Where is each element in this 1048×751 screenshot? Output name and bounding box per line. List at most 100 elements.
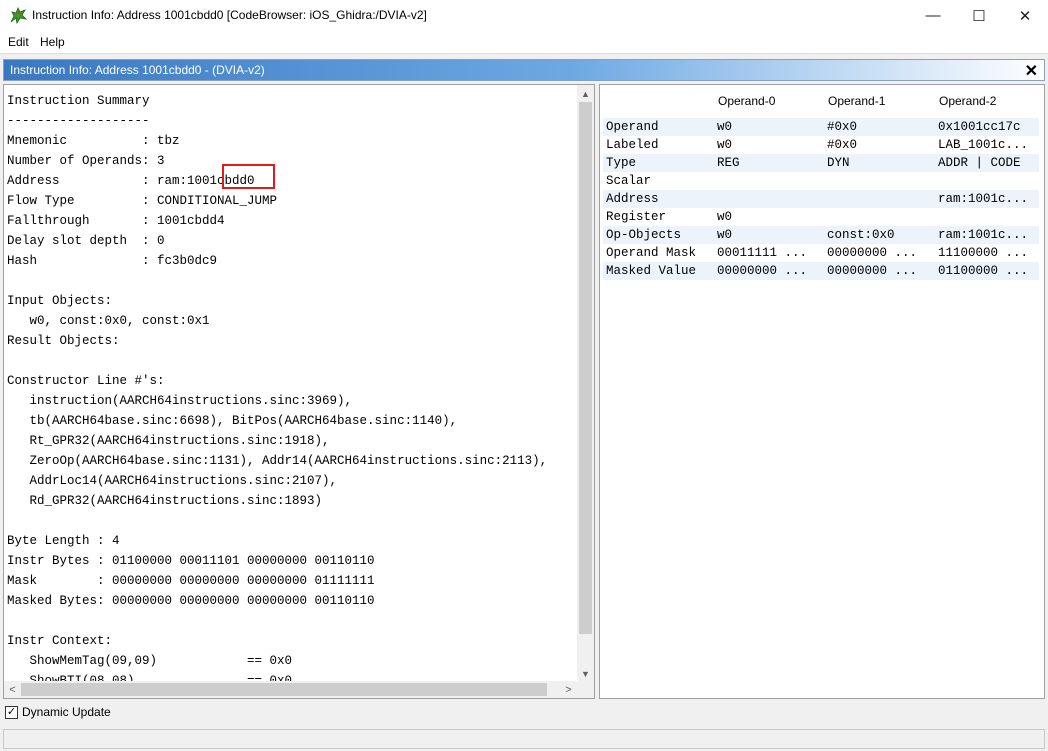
title-bar: Instruction Info: Address 1001cbdd0 [Cod… (0, 0, 1048, 31)
window-title: Instruction Info: Address 1001cbdd0 [Cod… (32, 8, 427, 22)
scroll-left-icon[interactable]: < (4, 681, 21, 698)
table-cell: w0 (714, 136, 824, 154)
row-label: Type (603, 154, 714, 172)
summary-line: Mask : 00000000 00000000 00000000 011111… (7, 574, 375, 588)
summary-line: Result Objects: (7, 334, 120, 348)
summary-line (7, 271, 579, 291)
table-row[interactable]: Operand w0 #0x0 0x1001cc17c (603, 118, 1039, 136)
ghidra-dragon-icon (10, 7, 27, 24)
menu-divider (0, 53, 1048, 54)
menu-edit[interactable]: Edit (8, 35, 29, 49)
summary-line (7, 611, 579, 631)
table-row[interactable]: Scalar (603, 172, 1039, 190)
summary-line: Rt_GPR32(AARCH64instructions.sinc:1918), (7, 434, 330, 448)
summary-line: ShowBTI(08,08) == 0x0 (7, 674, 293, 681)
table-cell: w0 (714, 118, 824, 136)
table-cell (714, 190, 824, 208)
summary-line: ------------------- (7, 114, 150, 128)
summary-line: Masked Bytes: 00000000 00000000 00000000… (7, 594, 375, 608)
row-label: Address (603, 190, 714, 208)
summary-line: Fallthrough : 1001cbdd4 (7, 214, 225, 228)
summary-line: Hash : fc3b0dc9 (7, 254, 218, 268)
row-label: Operand Mask (603, 244, 714, 262)
table-cell: LAB_1001c... (935, 136, 1039, 154)
summary-line: instruction(AARCH64instructions.sinc:396… (7, 394, 353, 408)
column-header-label (603, 90, 714, 112)
table-row[interactable]: Type REG DYN ADDR | CODE (603, 154, 1039, 172)
column-header-operand-1[interactable]: Operand-1 (824, 90, 935, 112)
table-row[interactable]: Operand Mask 00011111 ... 00000000 ... 1110… (603, 244, 1039, 262)
summary-line: AddrLoc14(AARCH64instructions.sinc:2107)… (7, 474, 338, 488)
menu-bar: Edit Help (0, 31, 1048, 53)
instruction-summary-text: Instruction Summary ------------------- Mn… (7, 91, 579, 681)
scrollbar-corner (577, 681, 594, 698)
vertical-scroll-thumb[interactable] (579, 102, 592, 634)
operand-table: Operand-0 Operand-1 Operand-2 Operand w0 #… (603, 90, 1039, 280)
summary-line: Delay slot depth : 0 (7, 234, 165, 248)
summary-line (7, 511, 579, 531)
table-cell: ADDR | CODE (935, 154, 1039, 172)
instruction-summary-pane[interactable]: Instruction Summary ------------------- Mn… (3, 84, 595, 699)
minimize-button[interactable]: — (910, 0, 956, 31)
scroll-right-icon[interactable]: > (560, 681, 577, 698)
summary-line: Instr Context: (7, 634, 113, 648)
table-cell: 00011111 ... (714, 244, 824, 262)
summary-line: ShowMemTag(09,09) == 0x0 (7, 654, 293, 668)
table-cell (824, 172, 935, 190)
table-cell: 00000000 ... (714, 262, 824, 280)
dynamic-update-label: Dynamic Update (22, 705, 111, 719)
dynamic-update-option[interactable]: ✓ Dynamic Update (5, 703, 111, 721)
summary-line: Flow Type : CONDITIONAL_JUMP (7, 194, 278, 208)
table-row[interactable]: Masked Value 00000000 ... 00000000 ... 0110… (603, 262, 1039, 280)
row-label: Masked Value (603, 262, 714, 280)
horizontal-scroll-thumb[interactable] (21, 683, 547, 696)
table-cell (824, 190, 935, 208)
summary-line (7, 351, 579, 371)
operand-table-body: Operand w0 #0x0 0x1001cc17c Labeled w0 #0x0 LAB… (603, 118, 1039, 280)
table-cell: w0 (714, 208, 824, 226)
row-label: Scalar (603, 172, 714, 190)
maximize-button[interactable]: ☐ (956, 0, 1002, 31)
instruction-info-window: Instruction Info: Address 1001cbdd0 [Cod… (0, 0, 1048, 751)
summary-line: Number of Operands: 3 (7, 154, 165, 168)
row-label: Labeled (603, 136, 714, 154)
table-cell (935, 172, 1039, 190)
summary-line: Input Objects: (7, 294, 113, 308)
row-label: Operand (603, 118, 714, 136)
table-cell: ram:1001c... (935, 190, 1039, 208)
provider-close-icon[interactable]: ✕ (1025, 61, 1038, 81)
horizontal-scrollbar[interactable]: < > (4, 681, 577, 698)
status-bar (3, 729, 1045, 749)
summary-line: Byte Length : 4 (7, 534, 120, 548)
summary-line: Mnemonic : tbz (7, 134, 180, 148)
summary-line: w0, const:0x0, const:0x1 (7, 314, 210, 328)
table-row[interactable]: Op-Objects w0 const:0x0 ram:1001c... (603, 226, 1039, 244)
column-header-operand-0[interactable]: Operand-0 (714, 90, 824, 112)
table-cell: #0x0 (824, 118, 935, 136)
close-window-button[interactable]: ✕ (1002, 0, 1048, 31)
vertical-scrollbar[interactable]: ▲ ▼ (577, 85, 594, 682)
provider-header: Instruction Info: Address 1001cbdd0 - (D… (3, 59, 1045, 81)
dynamic-update-checkbox[interactable]: ✓ (5, 705, 18, 719)
summary-line: Instruction Summary (7, 94, 150, 108)
operand-table-pane: Operand-0 Operand-1 Operand-2 Operand w0 #… (599, 84, 1045, 699)
scroll-down-icon[interactable]: ▼ (577, 665, 594, 682)
table-row[interactable]: Register w0 (603, 208, 1039, 226)
address-highlight-box (222, 164, 275, 189)
summary-line: ZeroOp(AARCH64base.sinc:1131), Addr14(AA… (7, 454, 548, 468)
summary-line: Rd_GPR32(AARCH64instructions.sinc:1893) (7, 494, 323, 508)
summary-line: Instr Bytes : 01100000 00011101 00000000… (7, 554, 375, 568)
table-cell: 00000000 ... (824, 262, 935, 280)
menu-help[interactable]: Help (40, 35, 65, 49)
table-header-row: Operand-0 Operand-1 Operand-2 (603, 90, 1039, 112)
table-cell: REG (714, 154, 824, 172)
table-row[interactable]: Address ram:1001c... (603, 190, 1039, 208)
table-cell: 01100000 ... (935, 262, 1039, 280)
column-header-operand-2[interactable]: Operand-2 (935, 90, 1039, 112)
table-cell: 00000000 ... (824, 244, 935, 262)
summary-line: Constructor Line #'s: (7, 374, 165, 388)
table-row[interactable]: Labeled w0 #0x0 LAB_1001c... (603, 136, 1039, 154)
table-cell: ram:1001c... (935, 226, 1039, 244)
table-cell: 0x1001cc17c (935, 118, 1039, 136)
scroll-up-icon[interactable]: ▲ (577, 85, 594, 102)
